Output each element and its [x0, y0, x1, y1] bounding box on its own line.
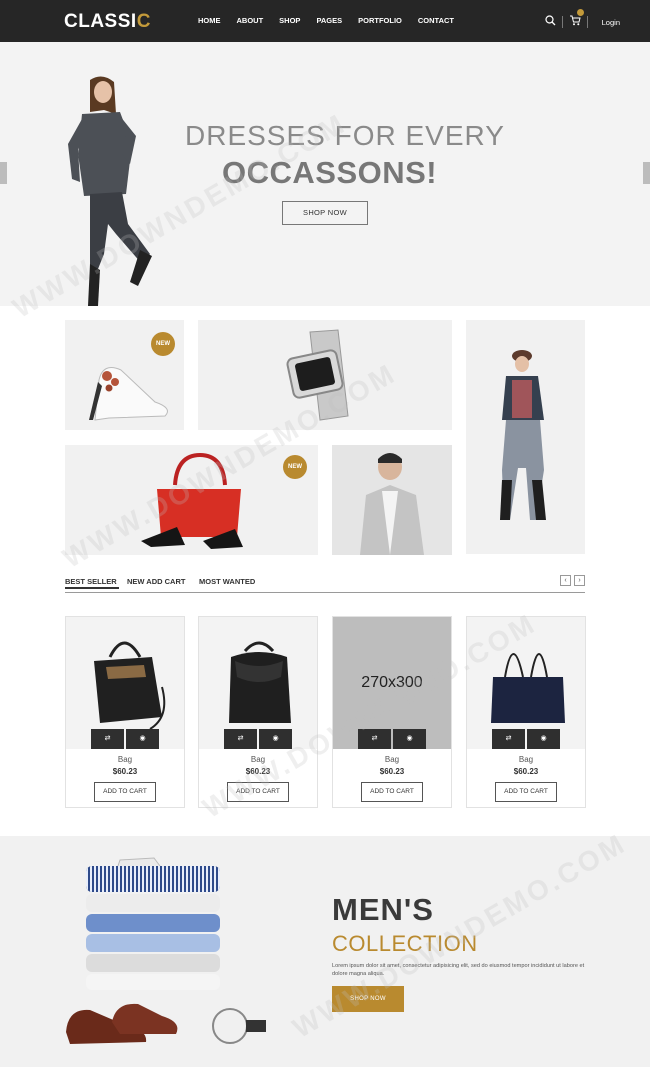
- tab-most-wanted[interactable]: MOST WANTED: [199, 577, 255, 586]
- man-model-image: [360, 453, 424, 555]
- product-price: $60.23: [379, 767, 405, 776]
- product-actions: ⇄ ◉: [492, 729, 560, 749]
- logo-text: CLASSI: [64, 11, 137, 32]
- mens-title-line2: COLLECTION: [332, 931, 478, 956]
- category-tile-men[interactable]: [332, 445, 452, 555]
- cart-icon[interactable]: [569, 9, 584, 31]
- header-divider: [586, 16, 588, 28]
- product-price: $60.23: [112, 767, 138, 776]
- header-divider: [561, 16, 563, 28]
- category-tile-shoes[interactable]: NEW: [65, 320, 184, 430]
- new-badge: NEW: [283, 455, 307, 479]
- product-name[interactable]: Bag: [66, 755, 184, 764]
- chevron-left-icon[interactable]: ‹: [560, 575, 571, 586]
- compare-icon[interactable]: ⇄: [358, 729, 391, 749]
- login-link[interactable]: Login: [602, 18, 620, 27]
- quick-view-icon[interactable]: ◉: [259, 729, 292, 749]
- compare-icon[interactable]: ⇄: [492, 729, 525, 749]
- placeholder-size-label: 270x300: [361, 674, 423, 691]
- logo-accent: C: [136, 11, 151, 32]
- product-actions: ⇄ ◉: [224, 729, 292, 749]
- quick-view-icon[interactable]: ◉: [393, 729, 426, 749]
- hero-title-line1: DRESSES FOR EVERY: [185, 120, 505, 151]
- mens-collection-banner: MEN'S COLLECTION Lorem ipsum dolor sit a…: [0, 836, 650, 1067]
- product-card[interactable]: ⇄ ◉ Bag $60.23 ADD TO CART: [65, 616, 185, 808]
- mens-collection-image: [66, 857, 266, 1044]
- compare-icon[interactable]: ⇄: [91, 729, 124, 749]
- product-image[interactable]: ⇄ ◉: [66, 617, 184, 749]
- mens-title-line1: MEN'S: [332, 892, 434, 927]
- red-handbag-image: [141, 452, 243, 549]
- product-name[interactable]: Bag: [333, 755, 451, 764]
- hero-shop-now-button[interactable]: SHOP NOW: [282, 201, 368, 225]
- tab-new-add-cart[interactable]: NEW ADD CART: [127, 577, 185, 586]
- nav-shop[interactable]: SHOP: [279, 16, 300, 25]
- product-tabs: BEST SELLER NEW ADD CART MOST WANTED ‹ ›: [65, 575, 585, 593]
- compare-icon[interactable]: ⇄: [224, 729, 257, 749]
- add-to-cart-button[interactable]: ADD TO CART: [94, 782, 156, 802]
- nav-home[interactable]: HOME: [198, 16, 221, 25]
- new-badge: NEW: [151, 332, 175, 356]
- hero-banner: DRESSES FOR EVERY OCCASSONS! SHOP NOW: [0, 42, 650, 306]
- category-tile-women[interactable]: [466, 320, 585, 554]
- quick-view-icon[interactable]: ◉: [126, 729, 159, 749]
- header-actions: Login: [545, 9, 620, 31]
- woman-model-image: [500, 350, 546, 520]
- mens-description: Lorem ipsum dolor sit amet, consectetur …: [332, 963, 585, 977]
- product-image-placeholder[interactable]: 270x300 ⇄ ◉: [333, 617, 451, 749]
- nav-contact[interactable]: CONTACT: [418, 16, 454, 25]
- chevron-right-icon[interactable]: ›: [574, 575, 585, 586]
- search-icon[interactable]: [545, 13, 556, 31]
- product-actions: ⇄ ◉: [91, 729, 159, 749]
- add-to-cart-button[interactable]: ADD TO CART: [495, 782, 557, 802]
- hero-model-image: [68, 76, 152, 306]
- hero-title-line2: OCCASSONS!: [222, 155, 438, 190]
- add-to-cart-button[interactable]: ADD TO CART: [227, 782, 289, 802]
- nav-portfolio[interactable]: PORTFOLIO: [358, 16, 402, 25]
- site-header: CLASSIC HOME ABOUT SHOP PAGES PORTFOLIO …: [0, 0, 650, 42]
- category-tile-watches[interactable]: [198, 320, 452, 430]
- nav-pages[interactable]: PAGES: [316, 16, 342, 25]
- product-price: $60.23: [245, 767, 271, 776]
- product-name[interactable]: Bag: [199, 755, 317, 764]
- product-card[interactable]: ⇄ ◉ Bag $60.23 ADD TO CART: [466, 616, 586, 808]
- hero-prev-arrow[interactable]: [0, 162, 7, 184]
- nav-about[interactable]: ABOUT: [237, 16, 264, 25]
- product-price: $60.23: [513, 767, 539, 776]
- main-nav: HOME ABOUT SHOP PAGES PORTFOLIO CONTACT: [198, 16, 470, 25]
- product-card[interactable]: ⇄ ◉ Bag $60.23 ADD TO CART: [198, 616, 318, 808]
- hero-next-arrow[interactable]: [643, 162, 650, 184]
- product-card[interactable]: 270x300 ⇄ ◉ Bag $60.23 ADD TO CART: [332, 616, 452, 808]
- product-image[interactable]: ⇄ ◉: [467, 617, 585, 749]
- cart-count-badge: [576, 9, 584, 16]
- smartwatch-image: [286, 329, 349, 421]
- add-to-cart-button[interactable]: ADD TO CART: [361, 782, 423, 802]
- quick-view-icon[interactable]: ◉: [527, 729, 560, 749]
- mens-shop-now-button[interactable]: SHOP NOW: [332, 986, 404, 1012]
- product-image[interactable]: ⇄ ◉: [199, 617, 317, 749]
- logo[interactable]: CLASSIC: [64, 11, 151, 33]
- category-tile-bags[interactable]: NEW: [65, 445, 318, 555]
- product-name[interactable]: Bag: [467, 755, 585, 764]
- tab-best-seller[interactable]: BEST SELLER: [65, 577, 119, 589]
- product-actions: ⇄ ◉: [358, 729, 426, 749]
